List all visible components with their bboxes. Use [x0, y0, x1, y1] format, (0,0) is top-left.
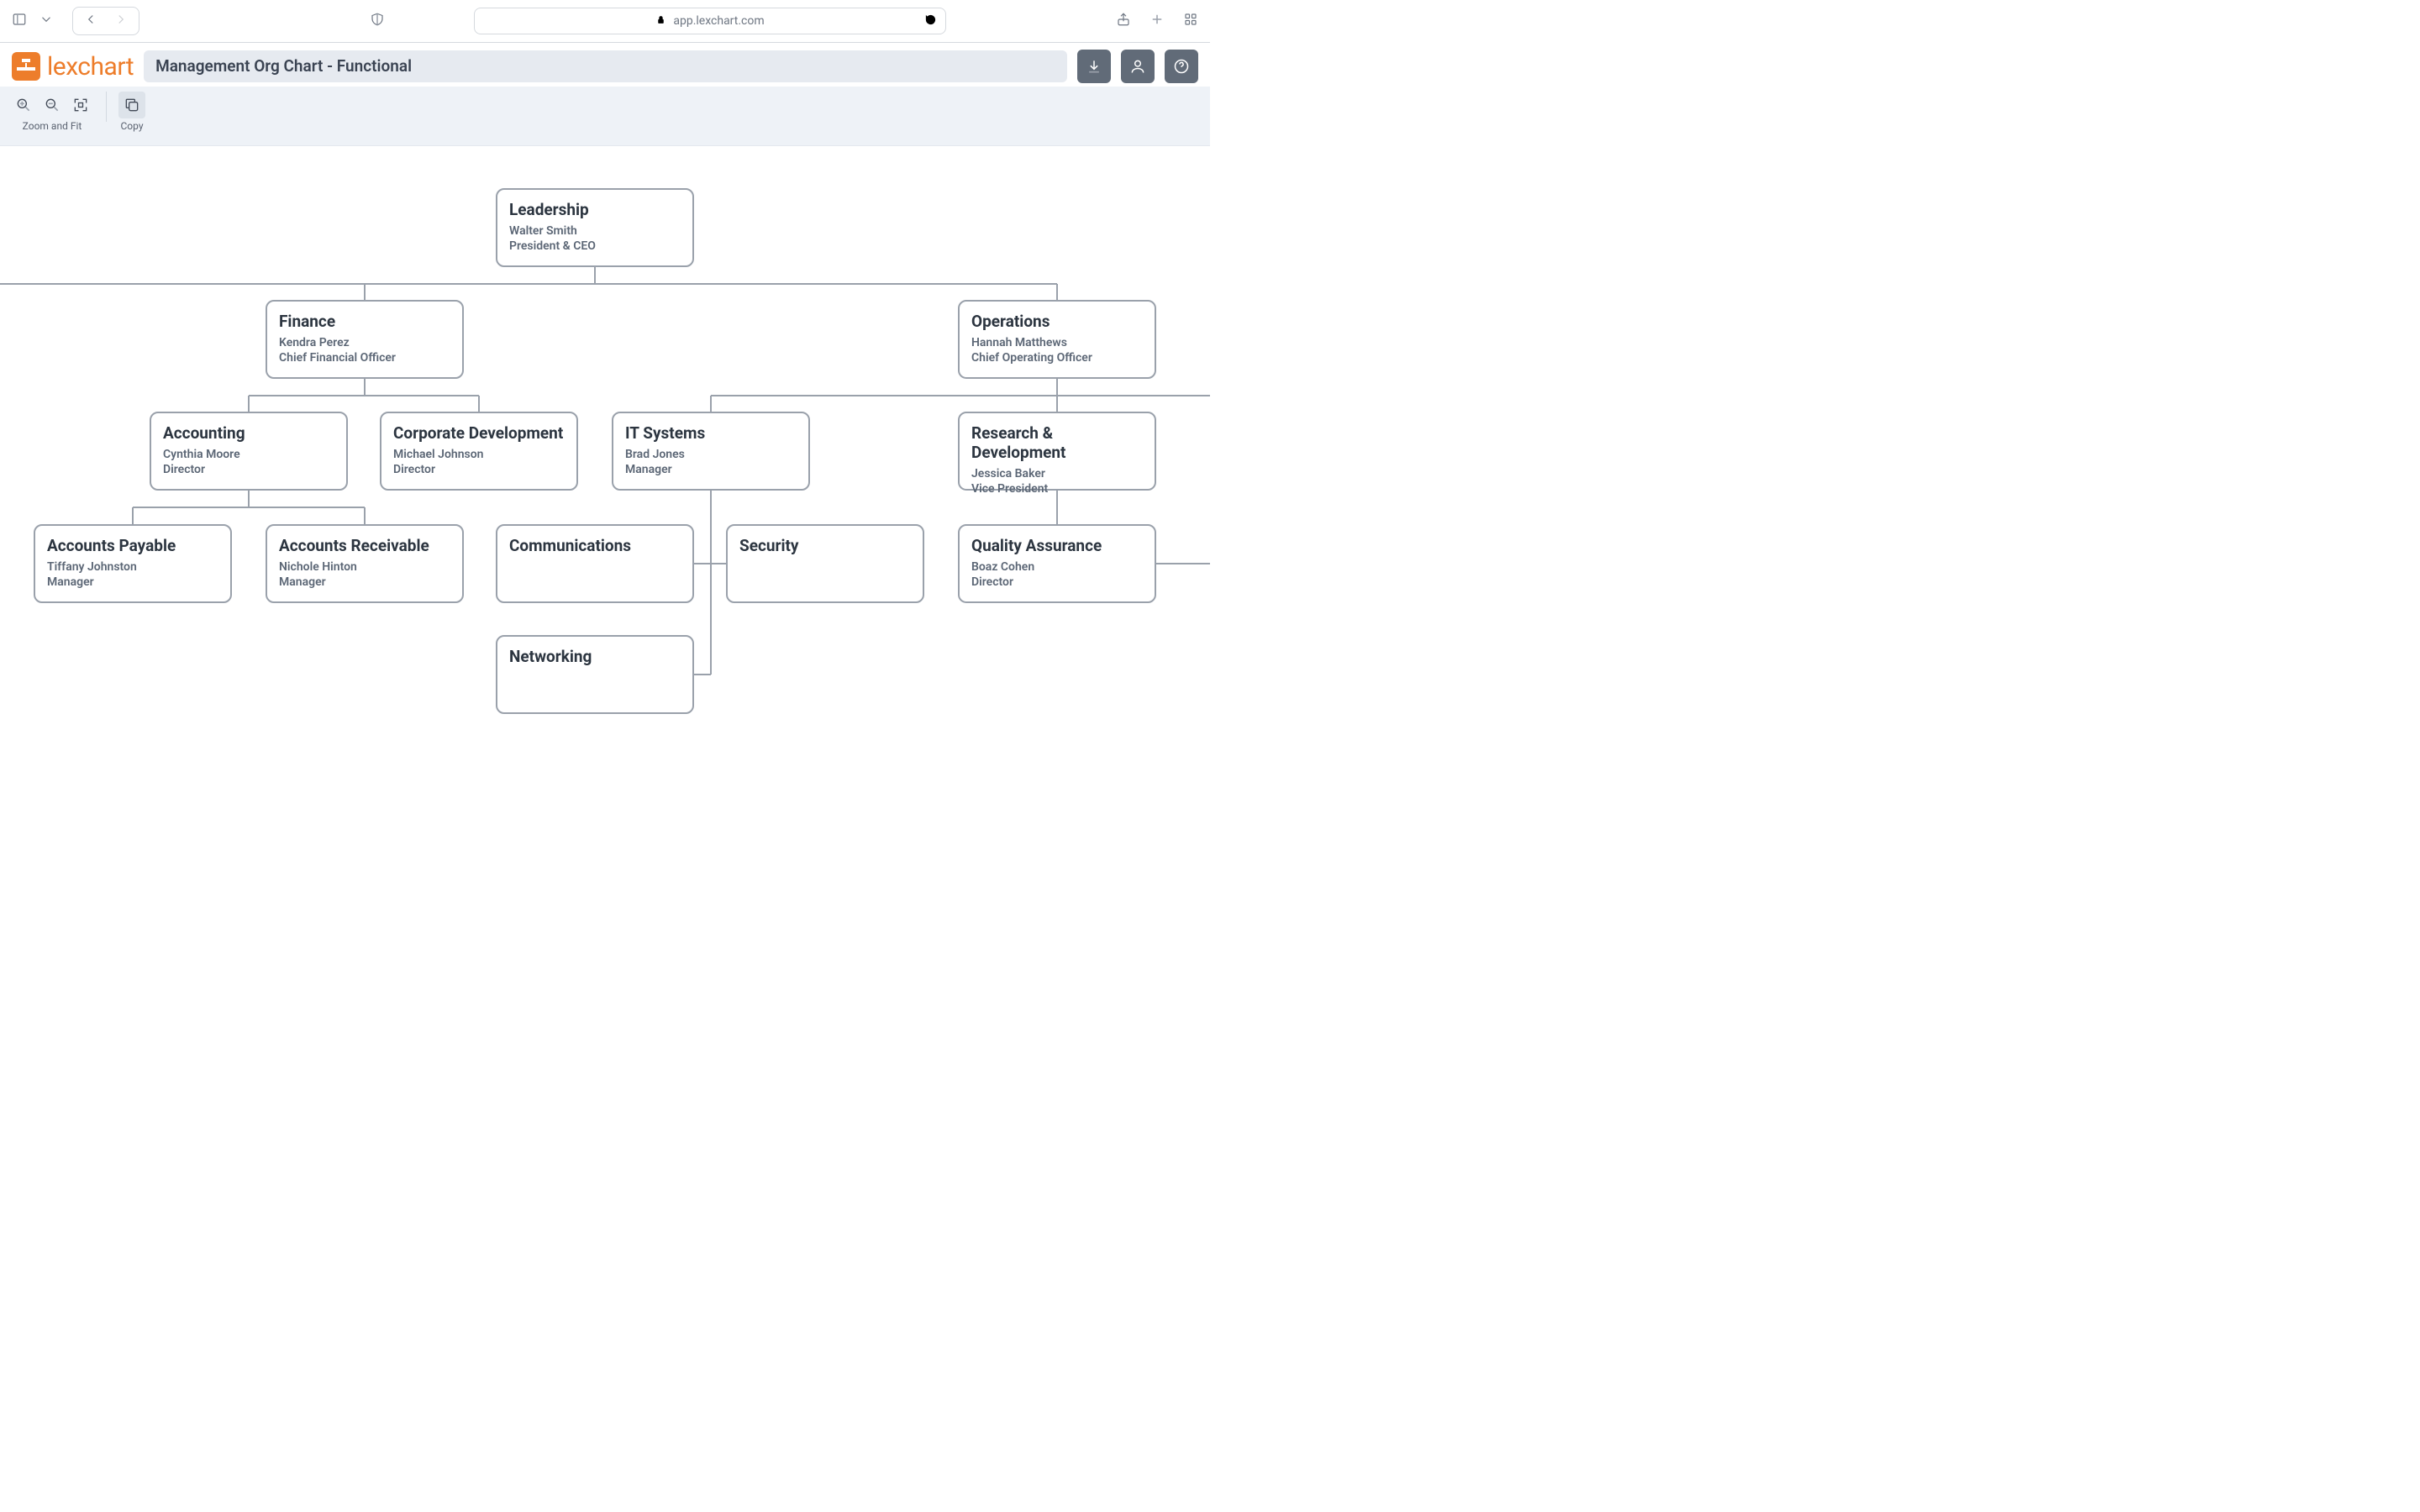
- copy-group-label: Copy: [120, 120, 143, 132]
- org-node-leadership[interactable]: Leadership Walter SmithPresident & CEO: [496, 188, 694, 267]
- node-person: Jessica Baker: [971, 467, 1143, 480]
- logo[interactable]: lexchart: [12, 52, 134, 81]
- copy-group: Copy: [118, 92, 145, 132]
- org-node-corpdev[interactable]: Corporate Development Michael Johnson Dire…: [380, 412, 578, 491]
- node-dept: Finance: [279, 312, 450, 331]
- fit-button[interactable]: [67, 92, 94, 118]
- org-node-itsystems[interactable]: IT Systems Brad Jones Manager: [612, 412, 810, 491]
- node-dept: Communications: [509, 536, 681, 555]
- org-node-ap[interactable]: Accounts Payable Tiffany JohnstonManager: [34, 524, 232, 603]
- app-header: lexchart Management Org Chart - Function…: [0, 43, 1210, 87]
- sidebar-toggle-icon[interactable]: [12, 12, 27, 30]
- node-dept: Quality Assurance: [971, 536, 1143, 555]
- node-person: Walter Smith: [509, 224, 681, 238]
- node-dept: Operations: [971, 312, 1143, 331]
- toolbar-separator: [106, 92, 107, 122]
- org-node-comm[interactable]: Communications: [496, 524, 694, 603]
- browser-right-controls: [1116, 12, 1198, 30]
- node-role: Manager: [625, 463, 797, 476]
- url-text: app.lexchart.com: [673, 14, 764, 28]
- zoom-in-button[interactable]: [10, 92, 37, 118]
- node-role: Director: [971, 575, 1143, 589]
- back-icon[interactable]: [83, 12, 98, 30]
- chevron-down-icon[interactable]: [39, 12, 54, 30]
- node-role: Chief Operating Officer: [971, 351, 1143, 365]
- copy-button[interactable]: [118, 92, 145, 118]
- zoom-group: Zoom and Fit: [10, 92, 94, 132]
- forward-icon[interactable]: [113, 12, 129, 30]
- zoom-out-button[interactable]: [39, 92, 66, 118]
- help-button[interactable]: [1165, 50, 1198, 83]
- node-role: Manager: [279, 575, 450, 589]
- logo-text: lexchart: [47, 52, 134, 81]
- toolbar: Zoom and Fit Copy: [0, 87, 1210, 146]
- node-person: Hannah Matthews: [971, 336, 1143, 349]
- node-person: Tiffany Johnston: [47, 560, 218, 574]
- org-node-finance[interactable]: Finance Kendra Perez Chief Financial Offic…: [266, 300, 464, 379]
- node-role: Director: [393, 463, 565, 476]
- org-node-ar[interactable]: Accounts Receivable Nichole HintonManager: [266, 524, 464, 603]
- node-person: Nichole Hinton: [279, 560, 450, 574]
- node-role: Chief Financial Officer: [279, 351, 450, 365]
- account-button[interactable]: [1121, 50, 1155, 83]
- lock-icon: [655, 14, 666, 29]
- browser-left-controls: [12, 7, 385, 35]
- reload-icon[interactable]: [924, 13, 937, 29]
- node-dept: Accounts Payable: [47, 536, 218, 555]
- org-node-networking[interactable]: Networking: [496, 635, 694, 714]
- document-title[interactable]: Management Org Chart - Functional: [144, 50, 1067, 82]
- browser-chrome: app.lexchart.com: [0, 0, 1210, 43]
- org-node-qa[interactable]: Quality Assurance Boaz CohenDirector: [958, 524, 1156, 603]
- node-role: Director: [163, 463, 334, 476]
- node-role: Vice President: [971, 482, 1143, 496]
- node-role: President & CEO: [509, 239, 681, 253]
- node-dept: Accounting: [163, 423, 334, 443]
- node-dept: IT Systems: [625, 423, 797, 443]
- tab-overview-icon[interactable]: [1183, 12, 1198, 30]
- node-dept: Leadership: [509, 200, 681, 219]
- logo-mark-icon: [12, 52, 40, 81]
- url-field[interactable]: app.lexchart.com: [474, 8, 946, 34]
- node-dept: Corporate Development: [393, 423, 565, 443]
- node-dept: Networking: [509, 647, 681, 666]
- node-role: Manager: [47, 575, 218, 589]
- org-node-accounting[interactable]: Accounting Cynthia Moore Director: [150, 412, 348, 491]
- node-dept: Research & Development: [971, 423, 1143, 462]
- node-dept: Accounts Receivable: [279, 536, 450, 555]
- node-person: Brad Jones: [625, 448, 797, 461]
- download-button[interactable]: [1077, 50, 1111, 83]
- node-person: Michael Johnson: [393, 448, 565, 461]
- org-node-security[interactable]: Security: [726, 524, 924, 603]
- node-dept: Security: [739, 536, 911, 555]
- org-node-rd[interactable]: Research & DevelopmentJessica BakerVice …: [958, 412, 1156, 491]
- nav-arrows: [72, 7, 139, 35]
- node-person: Boaz Cohen: [971, 560, 1143, 574]
- shield-icon[interactable]: [370, 12, 385, 30]
- chart-canvas[interactable]: Leadership Walter SmithPresident & CEO Fin…: [0, 146, 1210, 771]
- new-tab-icon[interactable]: [1150, 12, 1165, 30]
- share-icon[interactable]: [1116, 12, 1131, 30]
- node-person: Cynthia Moore: [163, 448, 334, 461]
- node-person: Kendra Perez: [279, 336, 450, 349]
- zoom-group-label: Zoom and Fit: [23, 120, 82, 132]
- org-node-operations[interactable]: Operations Hannah Matthews Chief Operating…: [958, 300, 1156, 379]
